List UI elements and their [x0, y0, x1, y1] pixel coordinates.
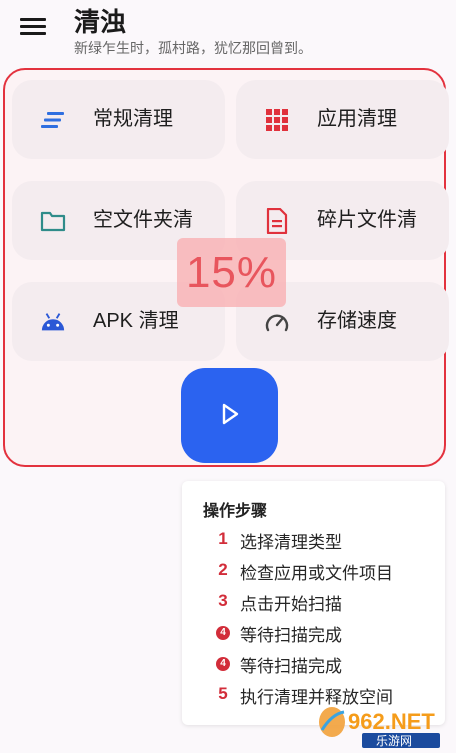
step-number: 4 [216, 626, 230, 640]
tile-app-clean[interactable]: 应用清理 [236, 80, 449, 159]
step-item: 4 等待扫描完成 [182, 620, 445, 646]
watermark-subtext: 乐游网 [376, 734, 412, 748]
tile-regular-clean[interactable]: 常规清理 [12, 80, 225, 159]
step-text: 等待扫描完成 [240, 657, 342, 677]
step-text: 检查应用或文件项目 [240, 564, 393, 584]
step-item: 2 检查应用或文件项目 [182, 558, 445, 584]
progress-percent: 15% [177, 238, 286, 307]
android-icon [40, 309, 66, 335]
document-icon [264, 208, 290, 234]
steps-card: 操作步骤 1 选择清理类型 2 检查应用或文件项目 3 点击开始扫描 4 等待扫… [182, 481, 445, 725]
step-text: 选择清理类型 [240, 533, 342, 553]
play-icon [219, 402, 241, 430]
tile-label: 常规清理 [93, 106, 173, 130]
step-item: 1 选择清理类型 [182, 527, 445, 553]
grid-icon [264, 107, 290, 133]
step-text: 点击开始扫描 [240, 595, 342, 615]
tile-label: 存储速度 [317, 308, 397, 332]
step-text: 等待扫描完成 [240, 626, 342, 646]
app-title: 清浊 [74, 8, 127, 38]
tile-label: 应用清理 [317, 106, 397, 130]
app-subtitle: 新绿乍生时，孤村路，犹忆那回曾到。 [74, 41, 312, 57]
speedometer-icon [264, 309, 290, 335]
tile-label: 空文件夹清 [93, 207, 193, 231]
steps-title: 操作步骤 [203, 501, 268, 520]
tile-label: APK 清理 [93, 310, 179, 332]
step-number: 2 [218, 560, 228, 579]
folder-icon [40, 208, 66, 234]
step-number: 5 [218, 684, 228, 703]
step-number: 3 [218, 591, 228, 610]
tile-label: 碎片文件清 [317, 207, 417, 231]
step-number: 1 [218, 529, 228, 548]
step-number: 4 [216, 657, 230, 671]
lines-icon [40, 107, 66, 133]
menu-icon[interactable] [20, 18, 46, 36]
start-scan-button[interactable] [181, 368, 278, 463]
watermark-logo: 962.NET 乐游网 [318, 702, 454, 750]
watermark-logo-graphic: 962.NET 乐游网 [319, 707, 440, 748]
step-item: 3 点击开始扫描 [182, 589, 445, 615]
cleaner-panel: 常规清理 应用清理 空文件夹清 碎片文件清 APK 清理 存储速度 15% [3, 68, 449, 467]
step-item: 4 等待扫描完成 [182, 651, 445, 677]
watermark-text: 962.NET [348, 709, 435, 734]
